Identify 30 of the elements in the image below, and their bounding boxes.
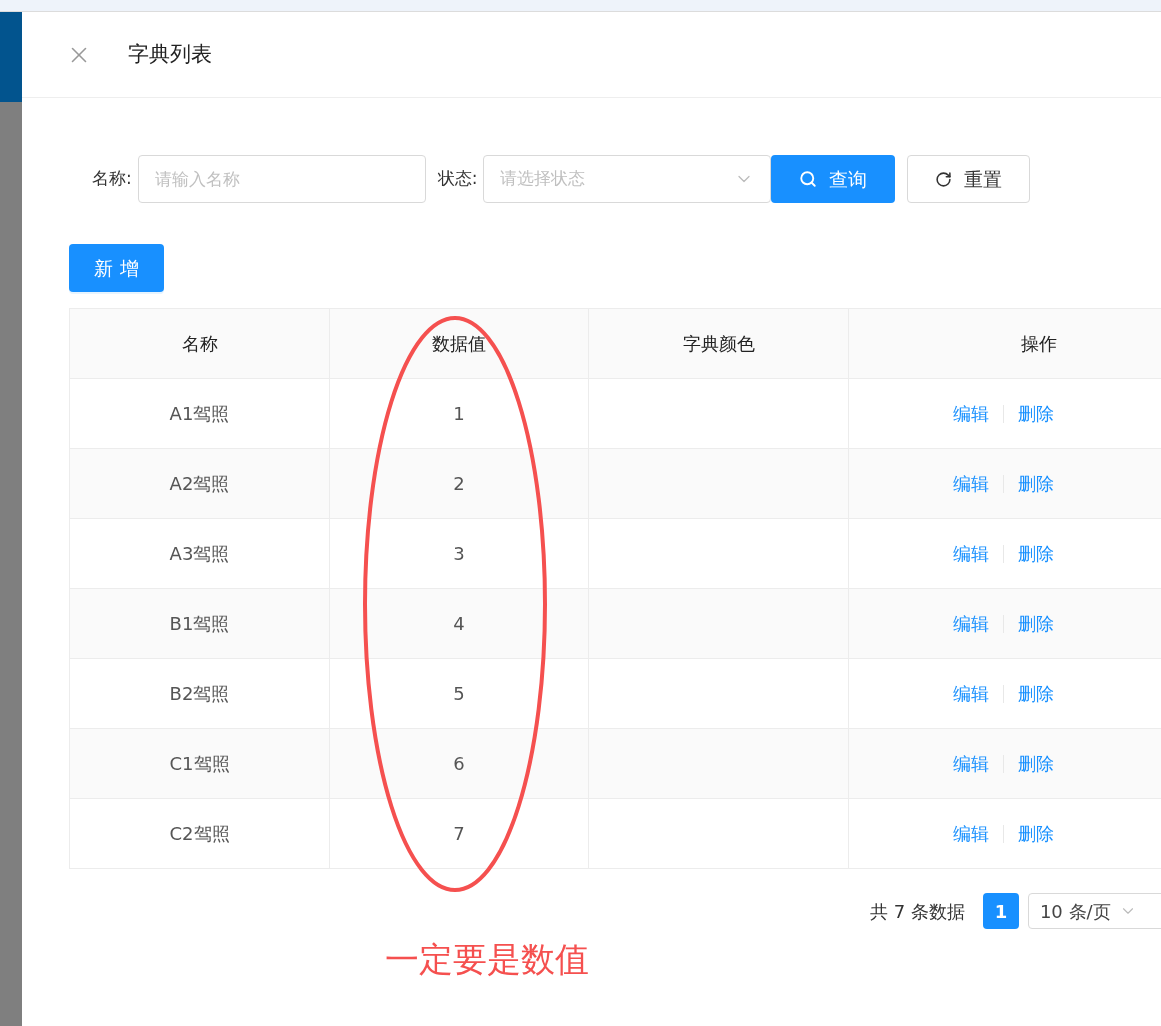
reload-icon <box>935 170 953 188</box>
delete-link[interactable]: 删除 <box>1018 470 1054 497</box>
delete-link[interactable]: 删除 <box>1018 680 1054 707</box>
page-size-select[interactable]: 10 条/页 <box>1027 893 1161 929</box>
edit-link[interactable]: 编辑 <box>953 750 989 777</box>
delete-link[interactable]: 删除 <box>1018 610 1054 637</box>
add-button[interactable]: 新 增 <box>69 244 164 292</box>
page-button[interactable]: 1 <box>982 893 1019 929</box>
edit-link[interactable]: 编辑 <box>953 680 989 707</box>
drawer-title: 字典列表 <box>128 40 212 68</box>
delete-link[interactable]: 删除 <box>1018 540 1054 567</box>
table-cell: 7 <box>330 799 589 869</box>
filter-label: 名称: <box>92 167 132 191</box>
edit-link[interactable]: 编辑 <box>953 470 989 497</box>
edit-link[interactable]: 编辑 <box>953 610 989 637</box>
status-select-field[interactable]: 请选择状态 <box>483 155 772 203</box>
name-input-field[interactable]: 请输入名称 <box>137 155 426 203</box>
delete-link[interactable]: 删除 <box>1018 750 1054 777</box>
reset-button[interactable]: 重置 <box>907 155 1031 203</box>
edit-link[interactable]: 编辑 <box>953 540 989 567</box>
table-cell: C2驾照 <box>70 799 330 869</box>
edit-link[interactable]: 编辑 <box>953 820 989 847</box>
search-button[interactable]: 查询 <box>771 155 896 203</box>
filter-label: 状态: <box>437 167 478 191</box>
annotation-note: 一定要是数值 <box>385 939 589 979</box>
delete-link[interactable]: 删除 <box>1018 820 1054 847</box>
edit-link[interactable]: 编辑 <box>953 400 989 427</box>
total-count: 共 7 条数据 <box>870 899 965 924</box>
delete-link[interactable]: 删除 <box>1018 400 1054 427</box>
search-icon <box>799 170 818 188</box>
